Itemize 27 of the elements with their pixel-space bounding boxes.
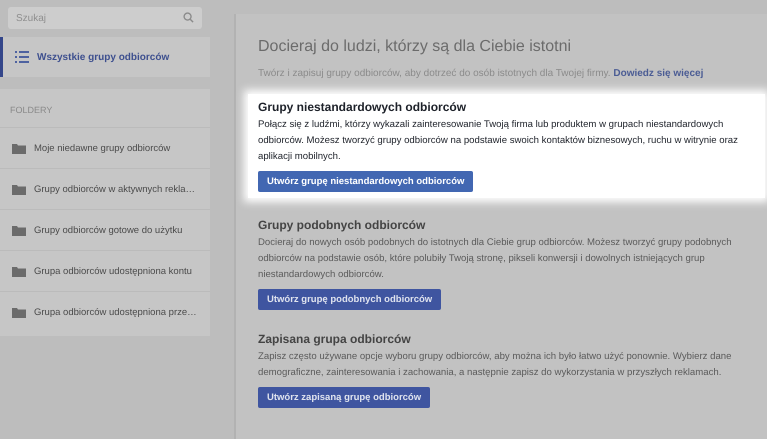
section-title: Grupy niestandardowych odbiorców <box>258 100 468 114</box>
search-icon <box>183 12 194 23</box>
section-title: Zapisana grupa odbiorców <box>258 332 412 346</box>
search-field[interactable]: Szukaj <box>8 7 202 29</box>
folder-item[interactable]: Grupa odbiorców udostępniona kontu <box>0 250 210 291</box>
folder-item[interactable]: Moje niedawne grupy odbiorców <box>0 127 210 168</box>
create-audience-button[interactable]: Utwórz grupę niestandardowych odbiorców <box>258 171 474 192</box>
folder-icon <box>12 266 26 276</box>
sidebar-item[interactable]: Wszystkie grupy odbiorców <box>0 37 210 77</box>
section-title: Grupy podobnych odbiorców <box>258 218 426 232</box>
intro-text: Twórz i zapisuj grupy odbiorców, aby dotrzeć do osób istotnych dla Twojej firmy. Dowiedz się więcej <box>258 67 704 81</box>
section-text: Docieraj do nowych osób podobnych do istotnych dla Ciebie grup odbiorców. Możesz tworzyć grupy podobnych odbiorców na podstawie osób, które polubiły Twoją stronę, pikseli konwersji i dowolnych istniejących grup niestandardowych odbiorców. <box>258 236 733 282</box>
folder-icon <box>12 184 26 194</box>
section-text: Zapisz często używane opcje wyboru grupy odbiorców, aby można ich było łatwo użyć ponownie. Wybierz dane demograficzne, zainteresowania i zachowania, a następnie zapisz do wykorzystania w przyszłych reklamach. <box>258 350 732 380</box>
page-title: Docieraj do ludzi, którzy są dla Ciebie istotni <box>258 38 572 56</box>
list-icon <box>15 51 29 63</box>
folder-icon <box>12 224 26 236</box>
folder-icon <box>12 142 26 154</box>
folder-item[interactable]: Grupa odbiorców udostępniona prze… <box>0 291 210 332</box>
section-heading: FOLDERY <box>9 104 54 117</box>
create-audience-button[interactable]: Utwórz grupę podobnych odbiorców <box>258 289 442 310</box>
folder-item[interactable]: Grupy odbiorców gotowe do użytku <box>0 209 210 250</box>
folder-icon <box>12 306 26 318</box>
section-text: Połącz się z ludźmi, którzy wykazali zainteresowanie Twoją firma lub produktem w grupach niestandardowych odbiorców. Możesz tworzyć grupy odbiorców na podstawie swoich kontaktów biznesowych, ruchu w witrynie oraz aplikacji mobilnych. <box>258 118 739 164</box>
create-audience-button[interactable]: Utwórz zapisaną grupę odbiorców <box>258 387 430 408</box>
learn-more-link[interactable]: Dowiedz się więcej <box>613 68 704 79</box>
folder-item[interactable]: Grupy odbiorców w aktywnych rekla… <box>0 168 210 209</box>
